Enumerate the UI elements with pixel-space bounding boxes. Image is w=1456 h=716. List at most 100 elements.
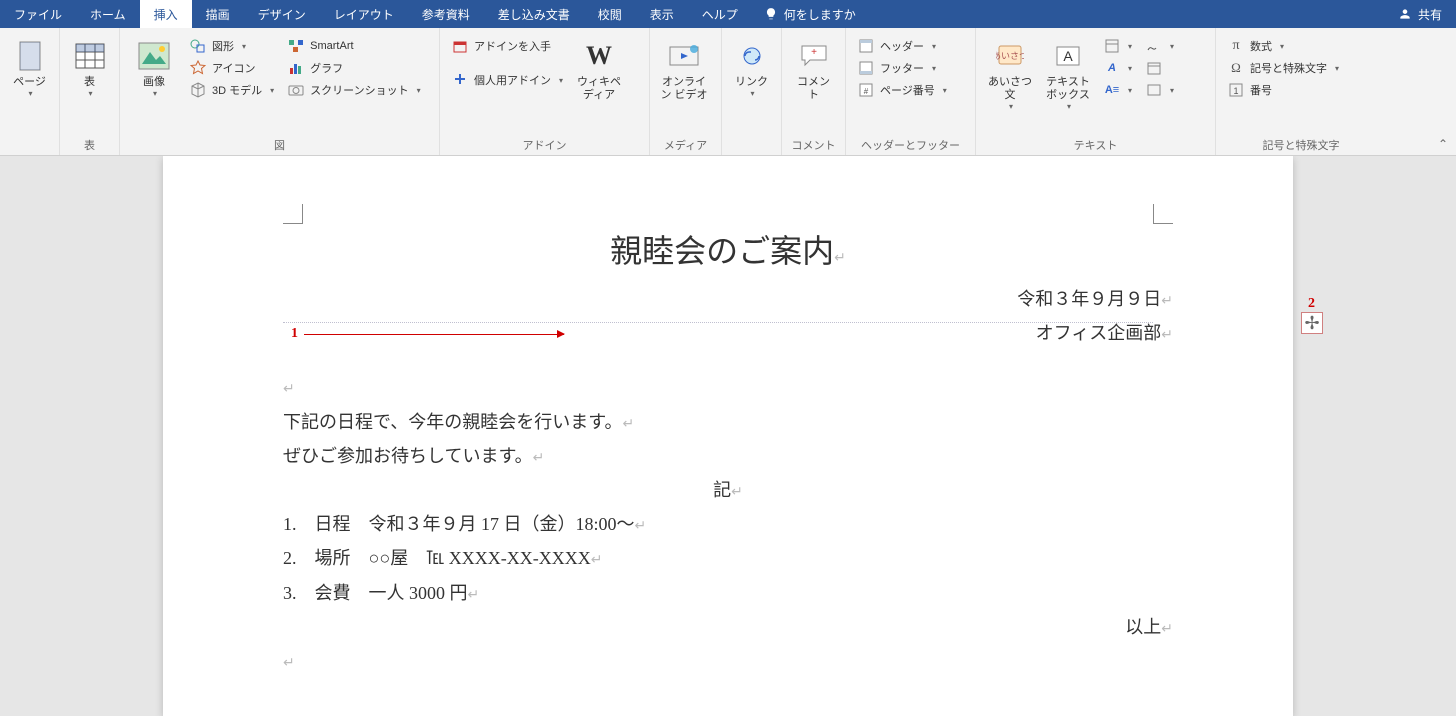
picture-icon (138, 40, 170, 72)
comment-icon: + (798, 40, 830, 72)
greeting-button[interactable]: あいさつ あいさつ文 (984, 36, 1036, 115)
footer-icon (858, 60, 874, 76)
page-icon (14, 40, 46, 72)
table-button[interactable]: 表 (68, 36, 111, 102)
chart-button[interactable]: グラフ (284, 58, 424, 78)
get-addins-button[interactable]: アドインを入手 (448, 36, 567, 56)
list-item: 3. 会費 一人 3000 円↵ (283, 576, 1173, 610)
margin-mark-tl (283, 204, 303, 224)
list-item: 1. 日程 令和３年９月 17 日（金）18:00～↵ (283, 507, 1173, 541)
group-tables: 表 表 (60, 28, 120, 155)
document-body: ↵ 下記の日程で、今年の親睦会を行います。↵ ぜひご参加お待ちしています。↵ 記… (283, 370, 1173, 678)
document-workspace[interactable]: 親睦会のご案内↵ 1 2 ✢ 令和３年９月９日↵ オフィス企画部↵ ↵ 下記の日… (0, 156, 1456, 716)
share-button[interactable]: 共有 (1384, 6, 1456, 23)
svg-text:#: # (864, 87, 869, 96)
ribbon: ページ 表 表 画像 (0, 28, 1456, 156)
dropcap-button[interactable]: A≡ (1100, 80, 1136, 100)
object-icon (1146, 82, 1162, 98)
icons-button[interactable]: アイコン (186, 58, 278, 78)
link-icon (736, 40, 768, 72)
symbol-button[interactable]: Ω 記号と特殊文字 (1224, 58, 1343, 78)
screenshot-button[interactable]: スクリーンショット (284, 80, 424, 100)
shapes-icon (190, 38, 206, 54)
signature-icon (1146, 38, 1162, 54)
quickparts-icon (1104, 38, 1120, 54)
dropcap-icon: A≡ (1104, 82, 1120, 98)
datetime-button[interactable] (1142, 58, 1178, 78)
online-video-button[interactable]: オンライン ビデオ (658, 36, 710, 106)
document-page[interactable]: 親睦会のご案内↵ 1 2 ✢ 令和３年９月９日↵ オフィス企画部↵ ↵ 下記の日… (163, 156, 1293, 716)
tab-file[interactable]: ファイル (0, 0, 76, 28)
menubar: ファイル ホーム 挿入 描画 デザイン レイアウト 参考資料 差し込み文書 校閲… (0, 0, 1456, 28)
pictures-button[interactable]: 画像 (128, 36, 180, 102)
quickparts-button[interactable] (1100, 36, 1136, 56)
textbox-button[interactable]: A テキスト ボックス (1042, 36, 1094, 115)
tab-review[interactable]: 校閲 (584, 0, 636, 28)
wikipedia-button[interactable]: W ウィキペディア (573, 36, 625, 106)
textbox-icon: A (1052, 40, 1084, 72)
svg-text:1: 1 (1233, 86, 1238, 96)
group-symbols: π 数式 Ω 記号と特殊文字 1 番号 記号と特殊文字 (1216, 28, 1386, 155)
margin-mark-tr (1153, 204, 1173, 224)
shapes-button[interactable]: 図形 (186, 36, 278, 56)
object-button[interactable] (1142, 80, 1178, 100)
arrow-icon (304, 334, 564, 335)
share-icon (1398, 7, 1412, 21)
smartart-button[interactable]: SmartArt (284, 36, 424, 56)
group-media: オンライン ビデオ メディア (650, 28, 722, 155)
lightbulb-icon (764, 7, 778, 21)
tab-draw[interactable]: 描画 (192, 0, 244, 28)
pi-icon: π (1228, 38, 1244, 54)
tab-mailings[interactable]: 差し込み文書 (484, 0, 584, 28)
greeting-icon: あいさつ (994, 40, 1026, 72)
tab-insert[interactable]: 挿入 (140, 0, 192, 28)
svg-text:+: + (811, 47, 817, 58)
tab-layout[interactable]: レイアウト (320, 0, 408, 28)
comment-button[interactable]: + コメント (790, 36, 837, 106)
list: 1. 日程 令和３年９月 17 日（金）18:00～↵ 2. 場所 ○○屋 ℡ … (283, 507, 1173, 610)
store-icon (452, 38, 468, 54)
cube-icon (190, 82, 206, 98)
smartart-icon (288, 38, 304, 54)
number-button[interactable]: 1 番号 (1224, 80, 1343, 100)
addin-icon (452, 72, 468, 88)
table-icon (74, 40, 106, 72)
collapse-ribbon-button[interactable]: ⌃ (1438, 137, 1448, 151)
group-comments: + コメント コメント (782, 28, 846, 155)
tab-home[interactable]: ホーム (76, 0, 140, 28)
link-button[interactable]: リンク (730, 36, 773, 102)
group-header-footer: ヘッダー フッター # ページ番号 ヘッダーとフッター (846, 28, 976, 155)
tab-help[interactable]: ヘルプ (688, 0, 752, 28)
header-icon (858, 38, 874, 54)
omega-icon: Ω (1228, 60, 1244, 76)
pages-button[interactable]: ページ (8, 36, 51, 102)
wordart-button[interactable]: A (1100, 58, 1136, 78)
svg-text:A: A (1063, 48, 1073, 64)
icons-icon (190, 60, 206, 76)
insertion-guide (283, 322, 1153, 323)
tab-design[interactable]: デザイン (244, 0, 320, 28)
annotation-2: 2 (1308, 296, 1315, 312)
tell-me-search[interactable]: 何をしますか (752, 6, 868, 23)
group-addins: アドインを入手 個人用アドイン W ウィキペディア アドイン (440, 28, 650, 155)
annotation-1: 1 (291, 326, 564, 342)
document-title: 親睦会のご案内↵ (283, 226, 1173, 272)
group-links: リンク (722, 28, 782, 155)
number-icon: 1 (1228, 82, 1244, 98)
camera-icon (288, 82, 304, 98)
header-button[interactable]: ヘッダー (854, 36, 951, 56)
tell-me-label: 何をしますか (784, 6, 856, 23)
footer-button[interactable]: フッター (854, 58, 951, 78)
signature-button[interactable] (1142, 36, 1178, 56)
tab-view[interactable]: 表示 (636, 0, 688, 28)
list-item: 2. 場所 ○○屋 ℡ XXXX-XX-XXXX↵ (283, 541, 1173, 575)
3d-models-button[interactable]: 3D モデル (186, 80, 278, 100)
page-number-button[interactable]: # ページ番号 (854, 80, 951, 100)
equation-button[interactable]: π 数式 (1224, 36, 1343, 56)
share-label: 共有 (1418, 6, 1442, 23)
my-addins-button[interactable]: 個人用アドイン (448, 70, 567, 90)
group-pages: ページ (0, 28, 60, 155)
wordart-icon: A (1104, 60, 1120, 76)
table-anchor-handle[interactable]: ✢ (1301, 312, 1323, 334)
tab-references[interactable]: 参考資料 (408, 0, 484, 28)
